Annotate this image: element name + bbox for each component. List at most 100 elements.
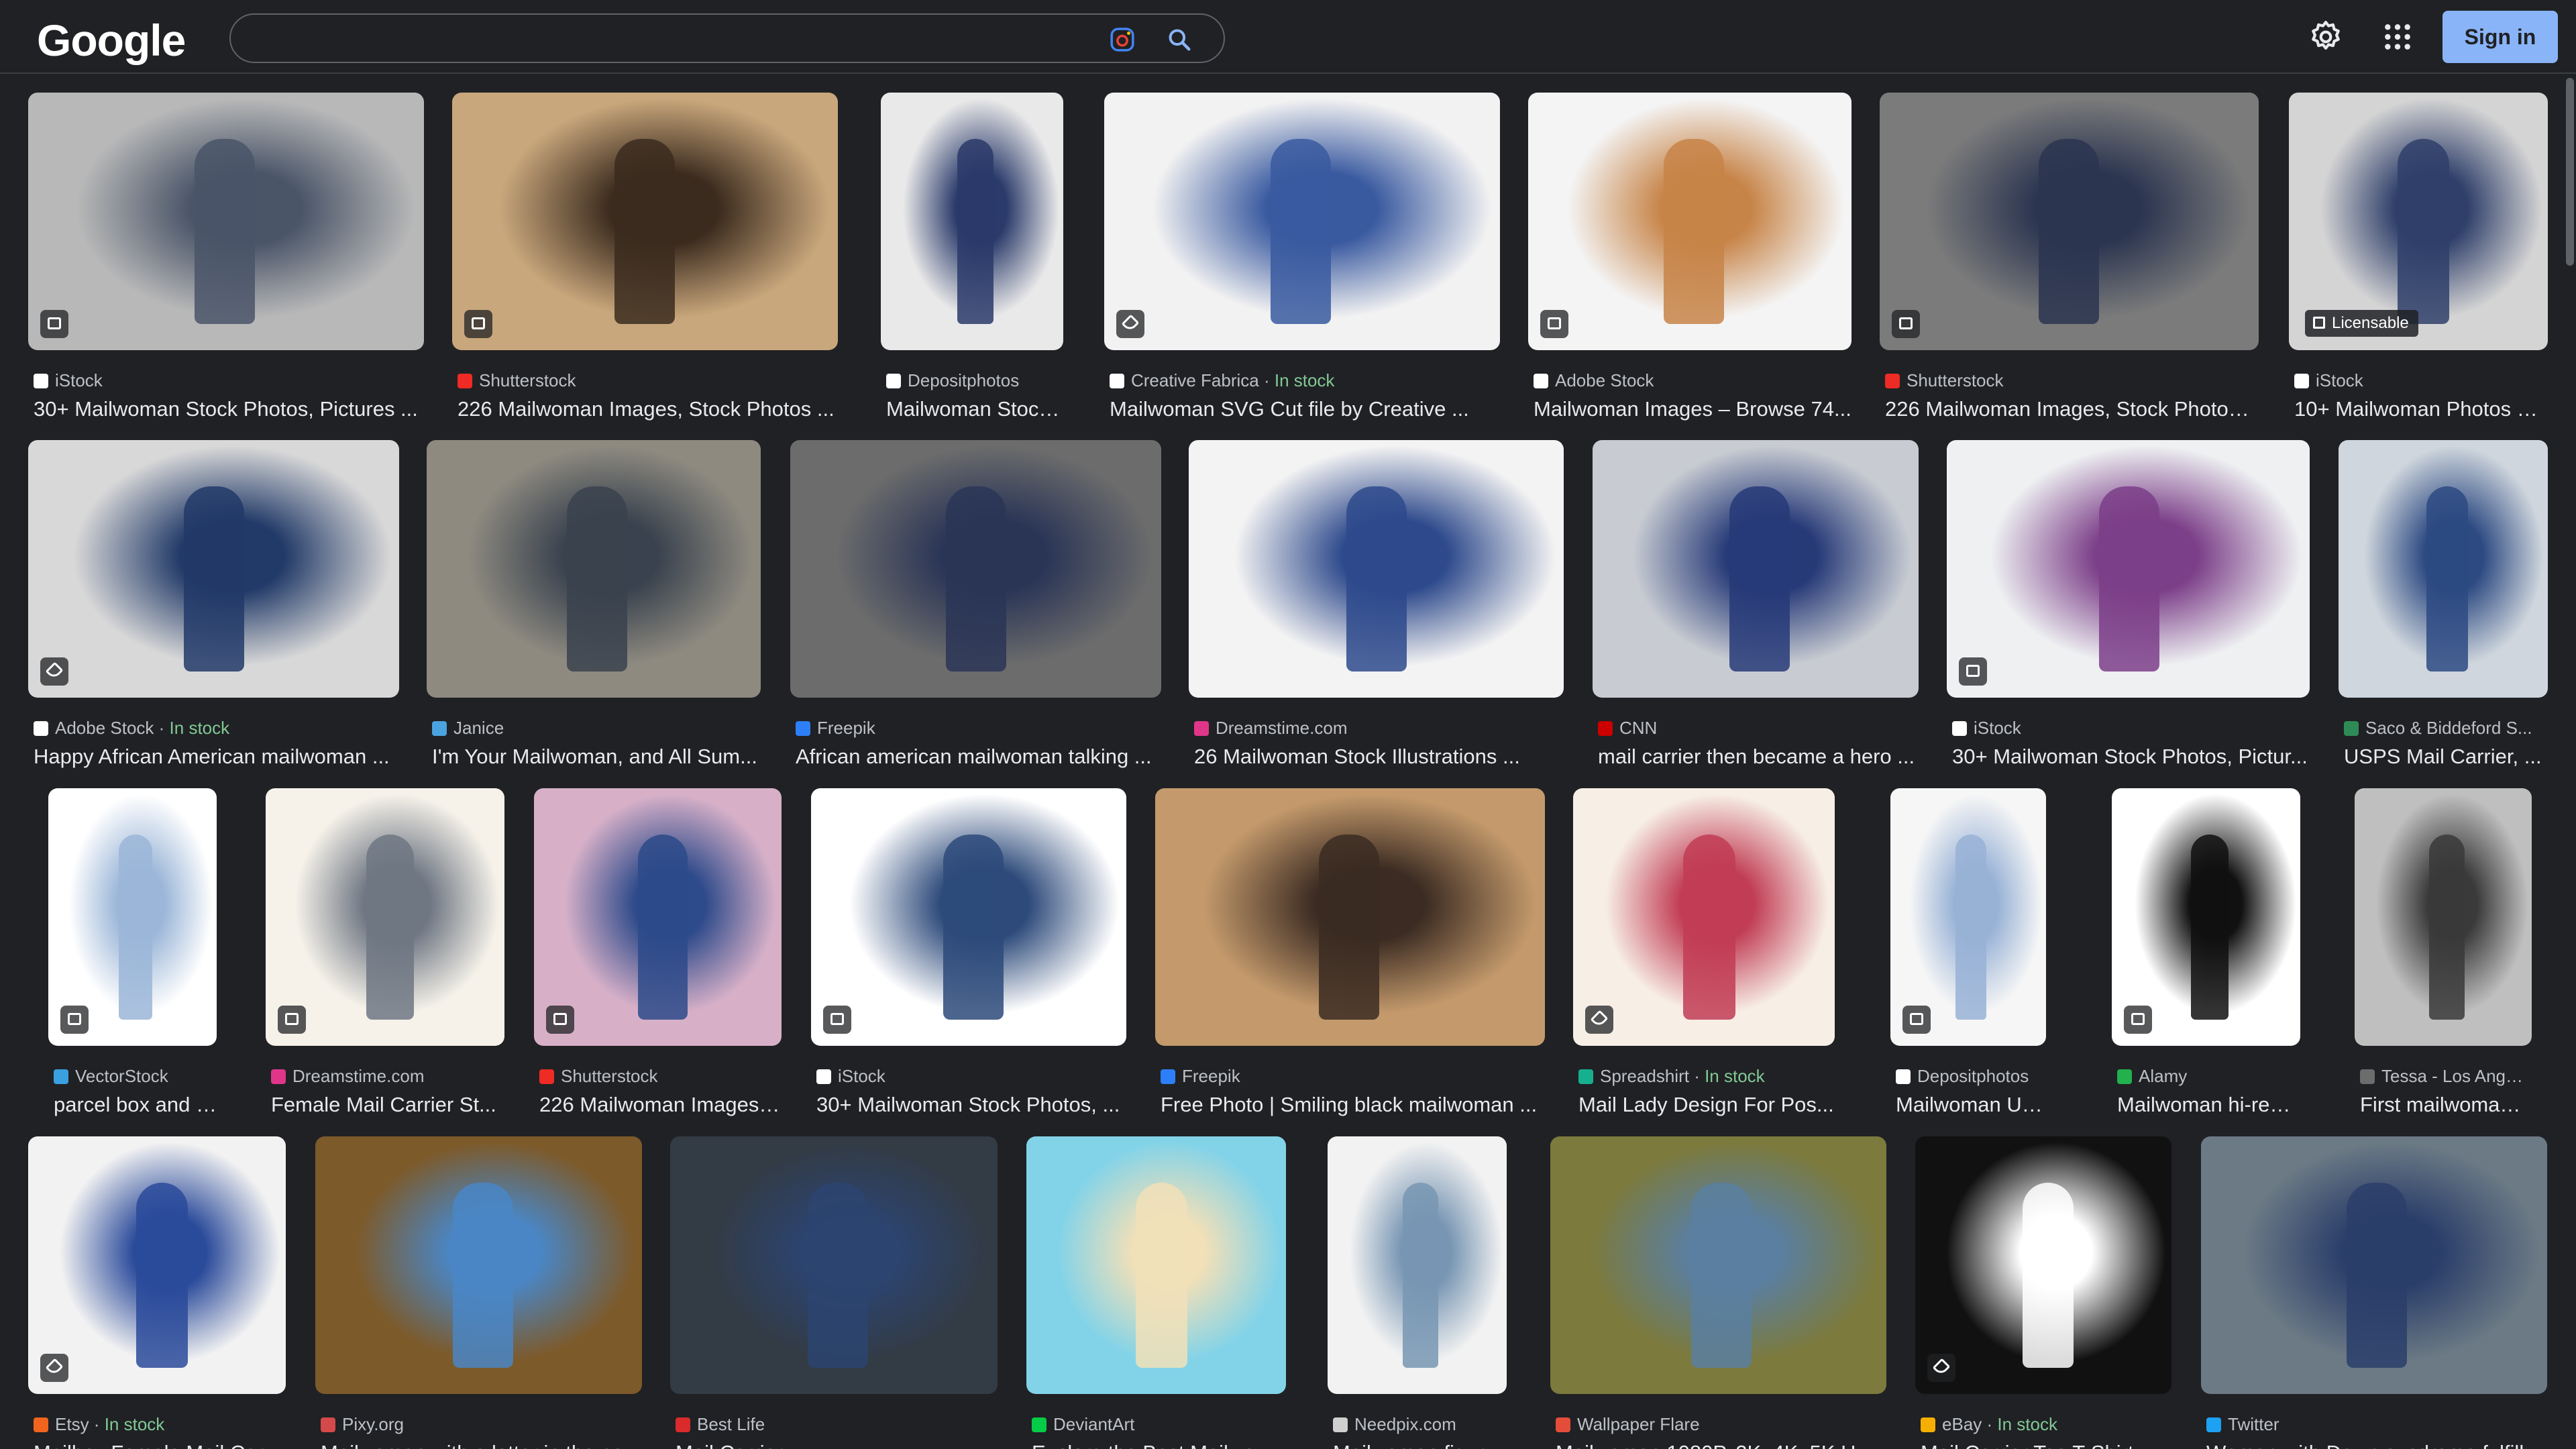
result-source[interactable]: DeviantArt <box>1032 1414 1286 1435</box>
image-result[interactable]: Licensable iStock 10+ Mailwoman Photos S..… <box>2289 93 2548 427</box>
result-thumbnail[interactable] <box>1328 1136 1507 1394</box>
result-source[interactable]: Tessa - Los Angele... <box>2360 1066 2532 1087</box>
result-thumbnail[interactable] <box>1550 1136 1886 1394</box>
image-result[interactable]: Shutterstock 226 Mailwoman Images, Stock … <box>452 93 838 427</box>
result-source[interactable]: iStock <box>34 370 424 391</box>
image-result[interactable]: Best Life Mail Carrier ... <box>670 1136 998 1449</box>
result-source[interactable]: iStock <box>2294 370 2548 391</box>
image-result[interactable]: Spreadshirt · In stock Mail Lady Design F… <box>1573 788 1835 1122</box>
result-source[interactable]: Depositphotos <box>886 370 1063 391</box>
result-thumbnail[interactable] <box>1593 440 1919 698</box>
result-source[interactable]: Best Life <box>676 1414 998 1435</box>
image-result[interactable]: Etsy · In stock Mailbox Female Mail Car..… <box>28 1136 286 1449</box>
result-caption[interactable]: 30+ Mailwoman Stock Photos, Pictures ... <box>34 397 424 421</box>
image-result[interactable]: Shutterstock 226 Mailwoman Images, Stock … <box>1880 93 2259 427</box>
result-caption[interactable]: Free Photo | Smiling black mailwoman ... <box>1161 1093 1545 1117</box>
result-caption[interactable]: Mail Carrier ... <box>676 1441 998 1449</box>
result-caption[interactable]: Mailwoman with a letter in the pa... <box>321 1441 642 1449</box>
result-thumbnail[interactable] <box>315 1136 642 1394</box>
result-caption[interactable]: 30+ Mailwoman Stock Photos, Pictur... <box>1952 745 2310 769</box>
result-source[interactable]: Dreamstime.com <box>1194 718 1564 739</box>
result-thumbnail[interactable] <box>534 788 782 1046</box>
apps-grid-icon[interactable] <box>2383 22 2412 52</box>
result-thumbnail[interactable] <box>28 1136 286 1394</box>
result-thumbnail[interactable]: Licensable <box>2289 93 2548 350</box>
result-caption[interactable]: Mailwoman Uniform... <box>1896 1093 2046 1117</box>
image-result[interactable]: Adobe Stock · In stock Happy African Amer… <box>28 440 399 774</box>
result-caption[interactable]: 10+ Mailwoman Photos S... <box>2294 397 2548 421</box>
result-source[interactable]: Twitter <box>2206 1414 2547 1435</box>
image-result[interactable]: Saco & Biddeford S... USPS Mail Carrier, … <box>2339 440 2548 774</box>
image-result[interactable]: iStock 30+ Mailwoman Stock Photos, Pictur… <box>1947 440 2310 774</box>
result-caption[interactable]: USPS Mail Carrier, ... <box>2344 745 2548 769</box>
result-thumbnail[interactable] <box>790 440 1161 698</box>
result-source[interactable]: Adobe Stock <box>1534 370 1851 391</box>
result-thumbnail[interactable] <box>1947 440 2310 698</box>
result-thumbnail[interactable] <box>1528 93 1851 350</box>
sign-in-button[interactable]: Sign in <box>2443 11 2558 63</box>
image-result[interactable]: VectorStock parcel box and note... <box>48 788 217 1122</box>
image-result[interactable]: Twitter Woman with Down syndrome fulfill.… <box>2201 1136 2547 1449</box>
result-source[interactable]: CNN <box>1598 718 1919 739</box>
result-caption[interactable]: African american mailwoman talking ... <box>796 745 1161 769</box>
result-caption[interactable]: Female Mail Carrier St... <box>271 1093 504 1117</box>
search-input[interactable] <box>251 23 1089 55</box>
result-thumbnail[interactable] <box>266 788 504 1046</box>
result-source[interactable]: Alamy <box>2117 1066 2300 1087</box>
result-source[interactable]: Needpix.com <box>1333 1414 1507 1435</box>
image-result[interactable]: Alamy Mailwoman hi-res st... <box>2112 788 2300 1122</box>
result-caption[interactable]: Mailwoman hi-res st... <box>2117 1093 2300 1117</box>
image-result[interactable]: Wallpaper Flare Mailwoman 1080P, 2K, 4K, … <box>1550 1136 1886 1449</box>
result-caption[interactable]: Mailwoman Stock P... <box>886 397 1063 421</box>
result-thumbnail[interactable] <box>1026 1136 1286 1394</box>
scrollbar-thumb[interactable] <box>2566 78 2574 266</box>
result-source[interactable]: Shutterstock <box>539 1066 782 1087</box>
image-result[interactable]: Dreamstime.com 26 Mailwoman Stock Illustr… <box>1189 440 1564 774</box>
result-caption[interactable]: Mail Carrier Tee T-Shirt ... <box>1921 1441 2171 1449</box>
image-result[interactable]: Depositphotos Mailwoman Uniform... <box>1890 788 2046 1122</box>
result-caption[interactable]: Mailwoman figure f... <box>1333 1441 1507 1449</box>
result-source[interactable]: Wallpaper Flare <box>1556 1414 1886 1435</box>
result-thumbnail[interactable] <box>28 93 424 350</box>
search-box[interactable] <box>229 13 1225 63</box>
image-result[interactable]: Tessa - Los Angele... First mailwoman on.… <box>2355 788 2532 1122</box>
result-caption[interactable]: Mailwoman SVG Cut file by Creative ... <box>1110 397 1500 421</box>
result-thumbnail[interactable] <box>1189 440 1564 698</box>
result-caption[interactable]: 26 Mailwoman Stock Illustrations ... <box>1194 745 1564 769</box>
image-result[interactable]: iStock 30+ Mailwoman Stock Photos, ... <box>811 788 1126 1122</box>
result-source[interactable]: Pixy.org <box>321 1414 642 1435</box>
image-result[interactable]: Creative Fabrica · In stock Mailwoman SVG… <box>1104 93 1500 427</box>
result-source[interactable]: Adobe Stock · In stock <box>34 718 399 739</box>
image-result[interactable]: Needpix.com Mailwoman figure f... <box>1328 1136 1507 1449</box>
image-result[interactable]: CNN mail carrier then became a hero ... <box>1593 440 1919 774</box>
result-thumbnail[interactable] <box>1104 93 1500 350</box>
result-thumbnail[interactable] <box>28 440 399 698</box>
result-source[interactable]: Shutterstock <box>458 370 838 391</box>
image-result[interactable]: Shutterstock 226 Mailwoman Images,... <box>534 788 782 1122</box>
result-thumbnail[interactable] <box>2201 1136 2547 1394</box>
result-source[interactable]: Depositphotos <box>1896 1066 2046 1087</box>
result-thumbnail[interactable] <box>1890 788 2046 1046</box>
result-caption[interactable]: I'm Your Mailwoman, and All Sum... <box>432 745 761 769</box>
result-thumbnail[interactable] <box>1880 93 2259 350</box>
result-source[interactable]: Shutterstock <box>1885 370 2259 391</box>
result-caption[interactable]: 226 Mailwoman Images, Stock Photos ... <box>458 397 838 421</box>
result-source[interactable]: iStock <box>816 1066 1126 1087</box>
result-caption[interactable]: Mail Lady Design For Pos... <box>1578 1093 1835 1117</box>
result-caption[interactable]: Woman with Down syndrome fulfill... <box>2206 1441 2547 1449</box>
result-thumbnail[interactable] <box>2112 788 2300 1046</box>
result-thumbnail[interactable] <box>670 1136 998 1394</box>
result-source[interactable]: iStock <box>1952 718 2310 739</box>
result-source[interactable]: Freepik <box>1161 1066 1545 1087</box>
result-caption[interactable]: parcel box and note... <box>54 1093 217 1117</box>
result-source[interactable]: Spreadshirt · In stock <box>1578 1066 1835 1087</box>
result-source[interactable]: Janice <box>432 718 761 739</box>
result-caption[interactable]: 30+ Mailwoman Stock Photos, ... <box>816 1093 1126 1117</box>
result-source[interactable]: Etsy · In stock <box>34 1414 286 1435</box>
image-result[interactable]: iStock 30+ Mailwoman Stock Photos, Pictur… <box>28 93 424 427</box>
result-caption[interactable]: 226 Mailwoman Images, Stock Photos ... <box>1885 397 2259 421</box>
scrollbar[interactable] <box>2564 74 2576 1449</box>
result-source[interactable]: VectorStock <box>54 1066 217 1087</box>
gear-icon[interactable] <box>2309 20 2343 54</box>
result-thumbnail[interactable] <box>2355 788 2532 1046</box>
